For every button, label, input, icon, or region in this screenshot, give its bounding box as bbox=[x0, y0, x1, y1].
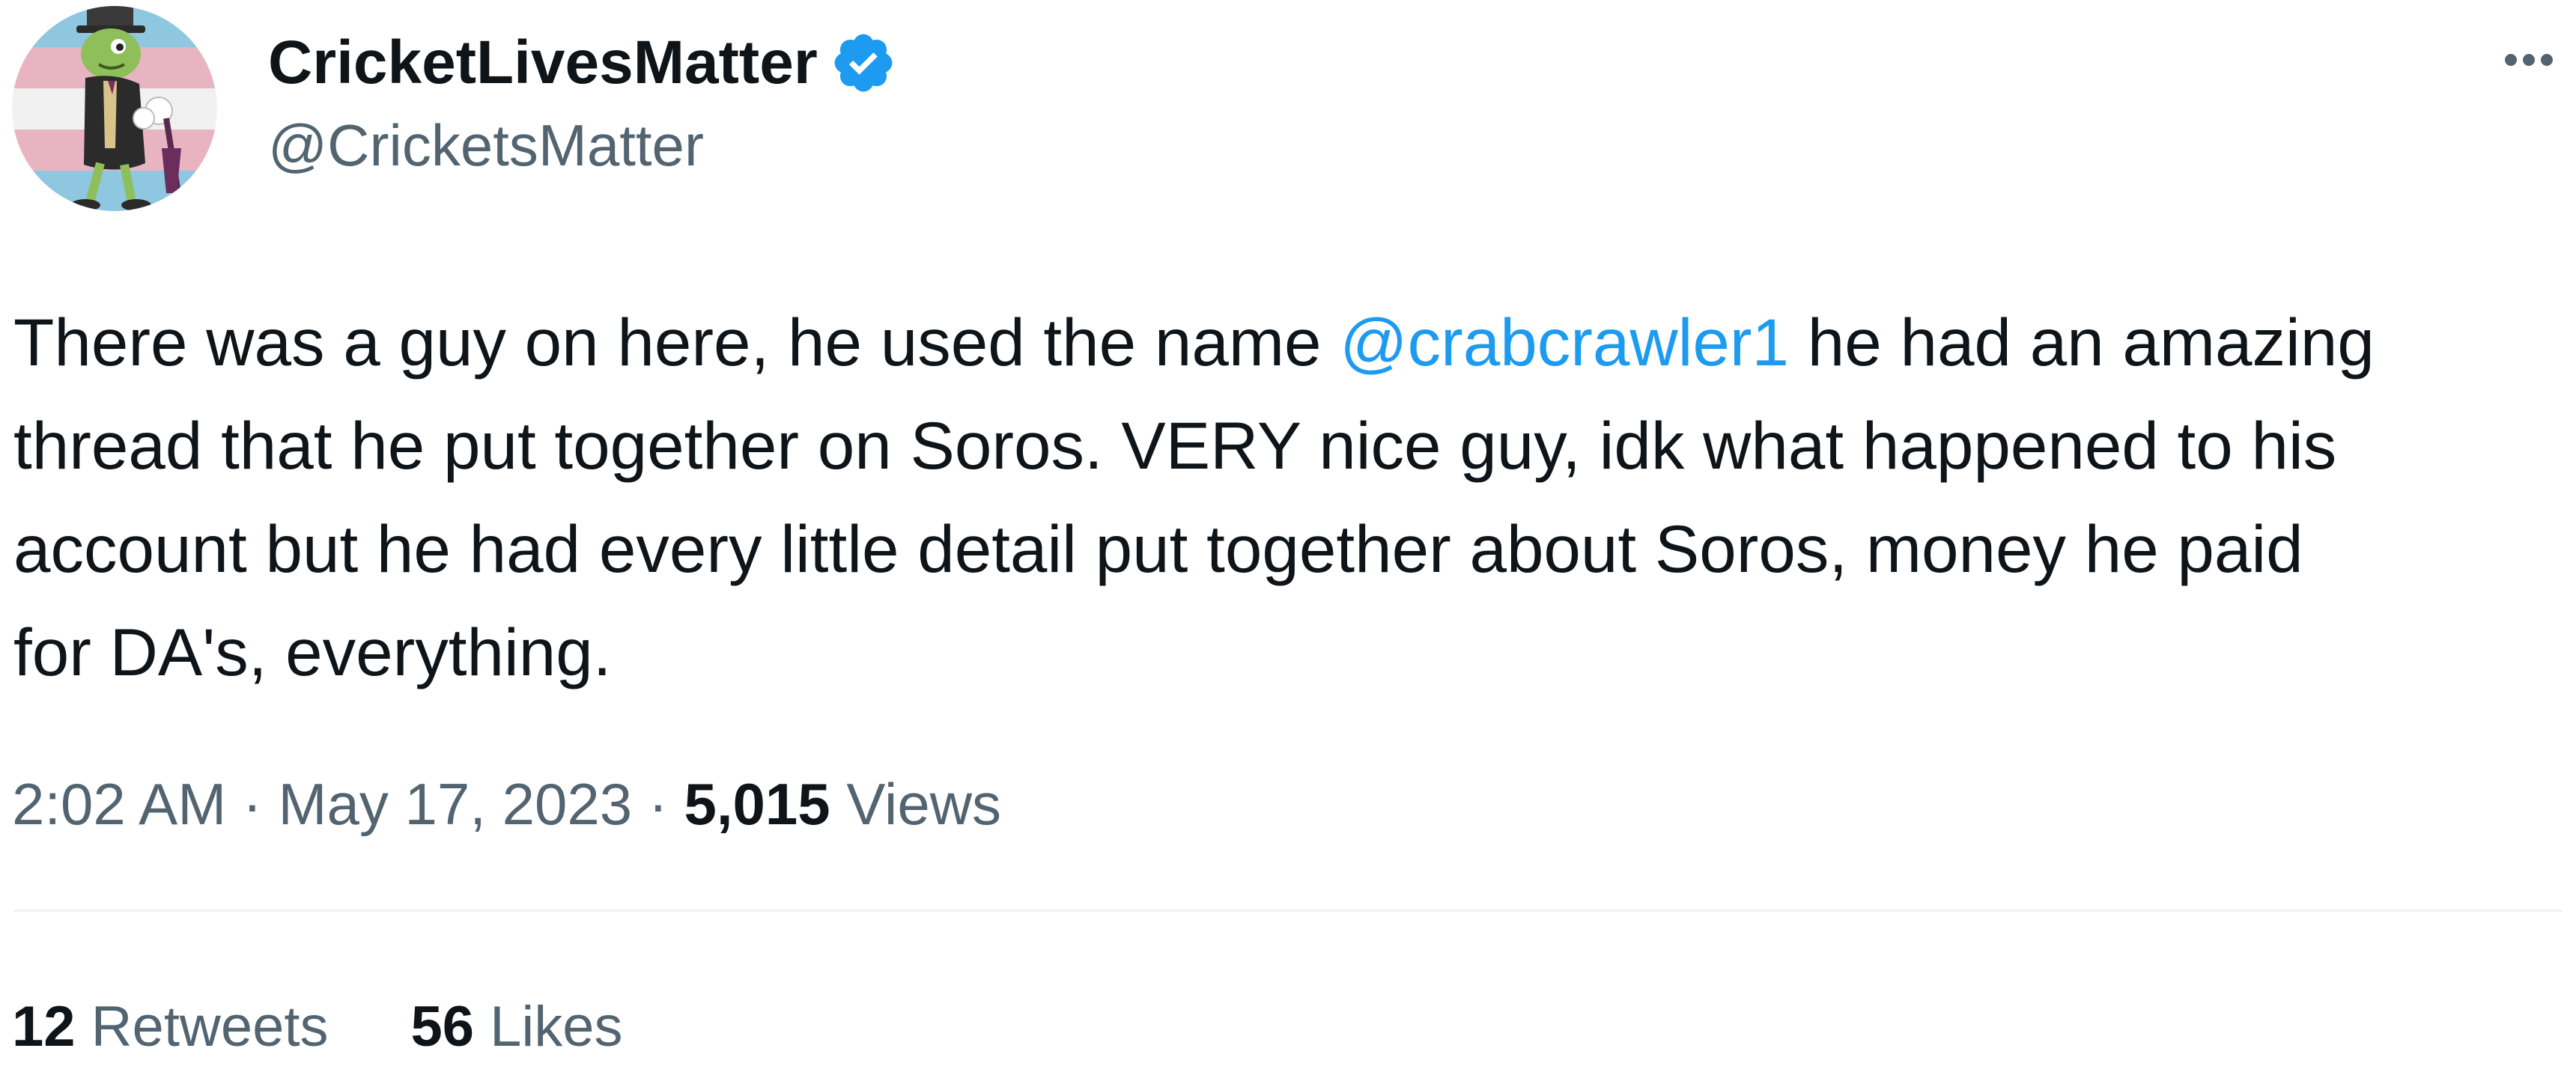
retweets-stat[interactable]: 12 Retweets bbox=[12, 995, 328, 1059]
likes-label[interactable]: Likes bbox=[474, 995, 622, 1059]
views-count[interactable]: 5,015 bbox=[684, 771, 830, 837]
tweet-card: CricketLivesMatter @CricketsMatter There… bbox=[0, 0, 2576, 1078]
tweet-text-line-3: account but he had every little detail p… bbox=[13, 511, 2303, 586]
tweet-text-segment: he had an amazing bbox=[1789, 305, 2375, 380]
author-handle[interactable]: @CricketsMatter bbox=[268, 106, 704, 184]
tweet-stats: 12 Retweets 56 Likes bbox=[12, 988, 705, 1066]
tweet-date[interactable]: May 17, 2023 bbox=[279, 771, 633, 837]
likes-count[interactable]: 56 bbox=[410, 995, 474, 1059]
divider bbox=[13, 910, 2563, 912]
tweet-text: There was a guy on here, he used the nam… bbox=[13, 290, 2560, 704]
views-label[interactable]: Views bbox=[830, 771, 1001, 837]
tweet-text-line-1: There was a guy on here, he used the nam… bbox=[13, 290, 2560, 394]
avatar[interactable] bbox=[12, 6, 217, 211]
more-options-icon[interactable] bbox=[2486, 30, 2569, 90]
tweet-time[interactable]: 2:02 AM bbox=[12, 771, 226, 837]
mention-link[interactable]: @crabcrawler1 bbox=[1340, 305, 1789, 380]
tweet-meta: 2:02 AM · May 17, 2023 · 5,015 Views bbox=[12, 765, 1001, 843]
display-name-text[interactable]: CricketLivesMatter bbox=[268, 22, 818, 103]
meta-separator: · bbox=[226, 771, 279, 837]
verified-badge-icon bbox=[834, 34, 893, 92]
tweet-text-line-4: for DA's, everything. bbox=[13, 615, 612, 689]
tweet-text-segment: There was a guy on here, he used the nam… bbox=[13, 305, 1340, 380]
author-display-name[interactable]: CricketLivesMatter bbox=[268, 22, 897, 103]
likes-stat[interactable]: 56 Likes bbox=[410, 995, 622, 1059]
meta-separator: · bbox=[632, 771, 684, 837]
retweets-label[interactable]: Retweets bbox=[76, 995, 329, 1059]
retweets-count[interactable]: 12 bbox=[12, 995, 76, 1059]
tweet-text-line-2: thread that he put together on Soros. VE… bbox=[13, 408, 2337, 483]
